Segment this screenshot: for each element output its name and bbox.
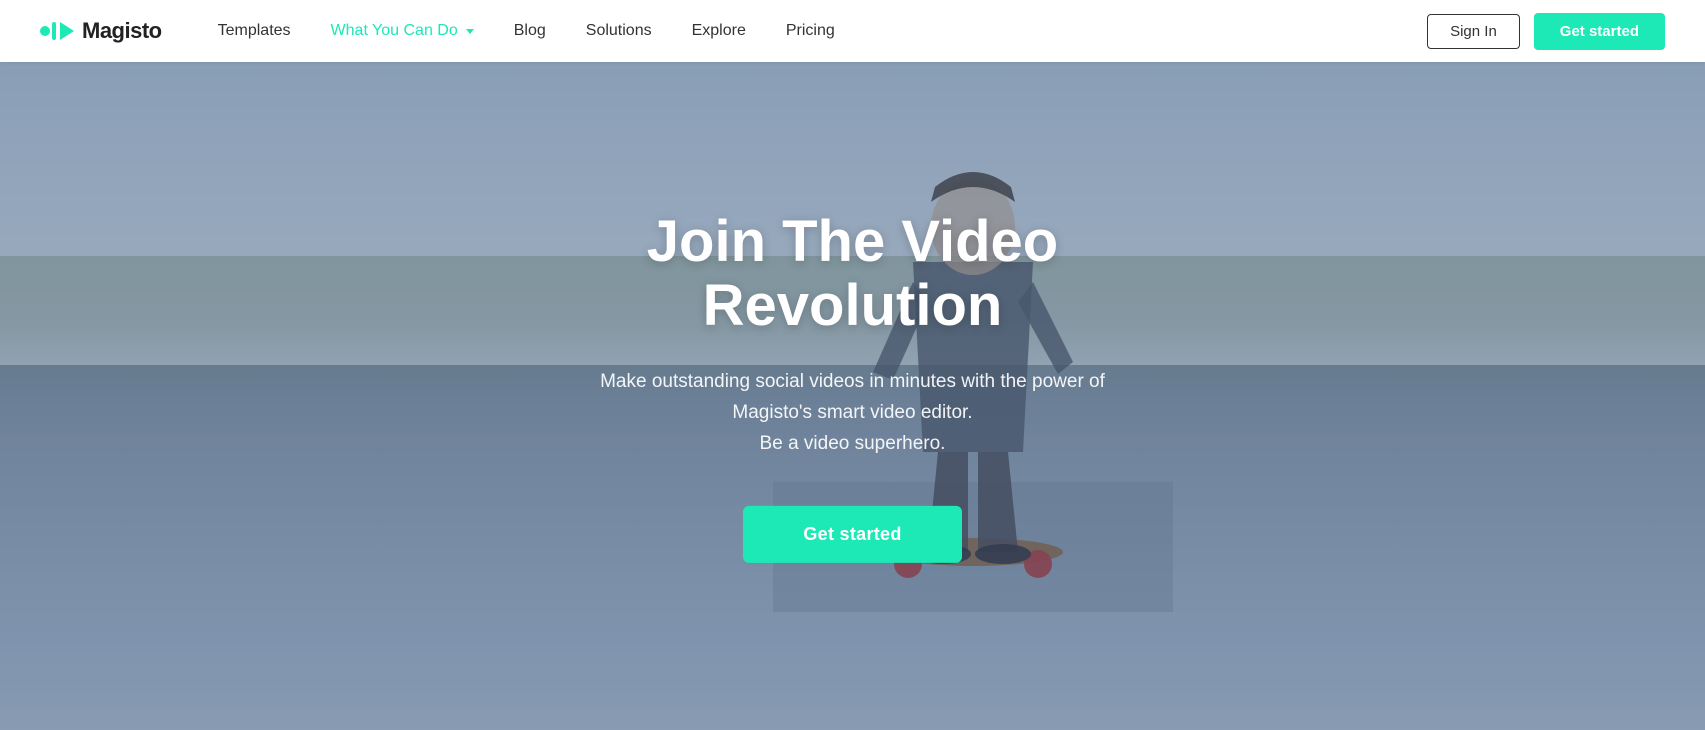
logo-text: Magisto [82, 18, 162, 44]
hero-section: Join The Video Revolution Make outstandi… [0, 0, 1705, 730]
logo-icon [40, 22, 74, 40]
nav-item-pricing[interactable]: Pricing [766, 0, 855, 62]
logo-bar [52, 22, 56, 40]
nav-item-solutions[interactable]: Solutions [566, 0, 672, 62]
logo-dot [40, 26, 50, 36]
get-started-hero-button[interactable]: Get started [743, 505, 961, 562]
logo-play-icon [60, 22, 74, 40]
signin-button[interactable]: Sign In [1427, 14, 1520, 49]
hero-subtitle: Make outstanding social videos in minute… [503, 365, 1203, 459]
logo-link[interactable]: Magisto [40, 18, 162, 44]
navbar: Magisto Templates What You Can Do Blog S… [0, 0, 1705, 62]
nav-item-what-you-can-do[interactable]: What You Can Do [311, 0, 494, 62]
nav-item-templates[interactable]: Templates [198, 0, 311, 62]
main-nav: Templates What You Can Do Blog Solutions… [198, 0, 1427, 62]
nav-item-explore[interactable]: Explore [672, 0, 766, 62]
navbar-actions: Sign In Get started [1427, 13, 1665, 50]
nav-item-blog[interactable]: Blog [494, 0, 566, 62]
hero-title: Join The Video Revolution [503, 210, 1203, 338]
chevron-down-icon [466, 29, 474, 34]
hero-content: Join The Video Revolution Make outstandi… [503, 210, 1203, 563]
get-started-nav-button[interactable]: Get started [1534, 13, 1665, 50]
